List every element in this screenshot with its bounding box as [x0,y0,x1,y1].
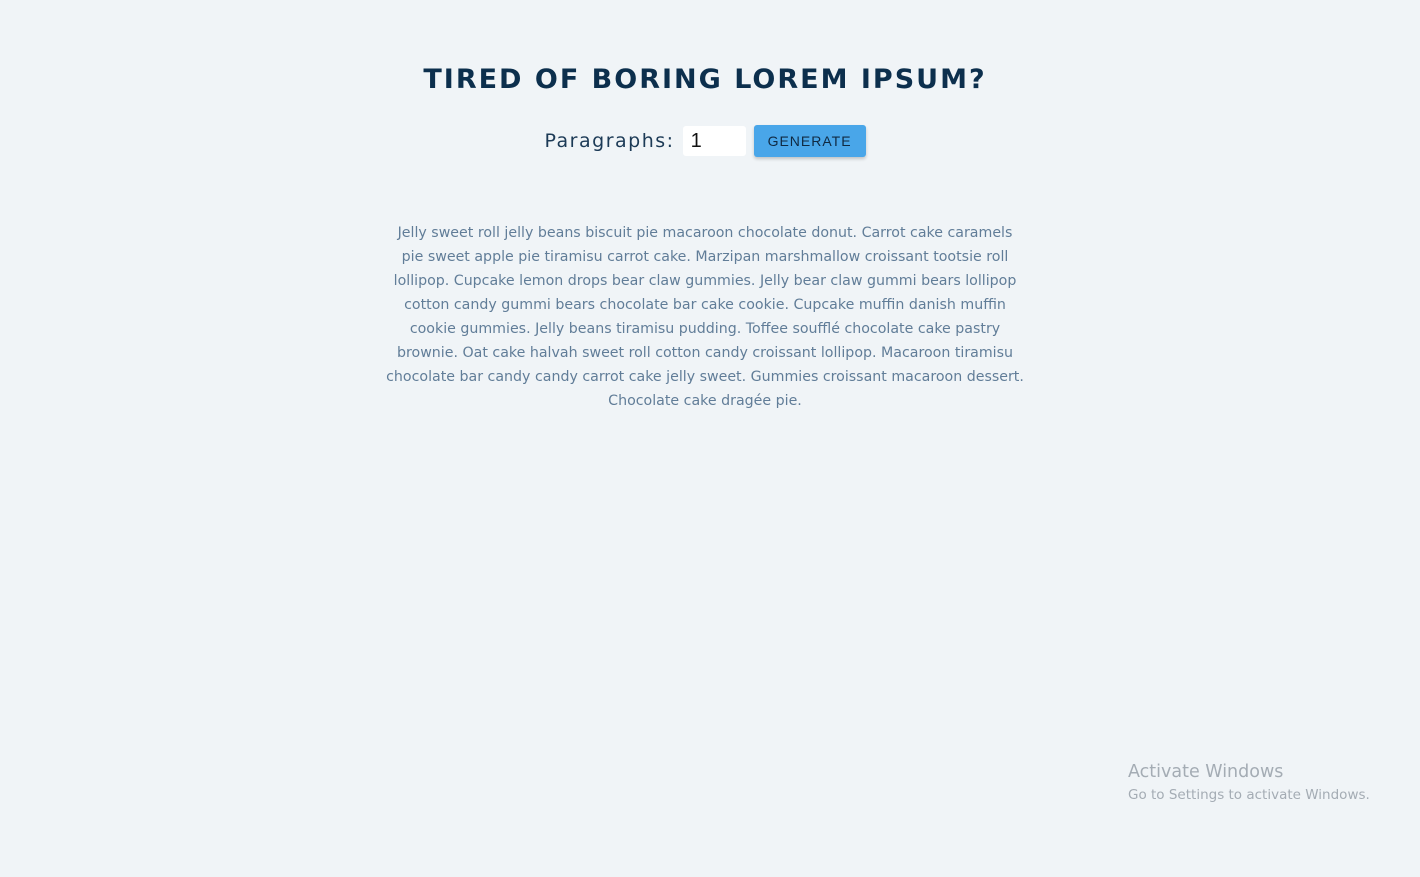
generate-button[interactable]: GENERATE [753,125,866,157]
lorem-paragraph: Jelly sweet roll jelly beans biscuit pie… [386,225,1024,409]
paragraphs-label: Paragraphs: [544,130,675,152]
watermark-title: Activate Windows [1128,762,1284,782]
activate-windows-watermark: Activate Windows Go to Settings to activ… [1128,760,1370,806]
lorem-form: Paragraphs: GENERATE [0,124,1410,158]
paragraphs-input[interactable] [682,126,746,156]
watermark-subtitle: Go to Settings to activate Windows. [1128,787,1370,803]
page-title: TIRED OF BORING LOREM IPSUM? [423,64,987,95]
